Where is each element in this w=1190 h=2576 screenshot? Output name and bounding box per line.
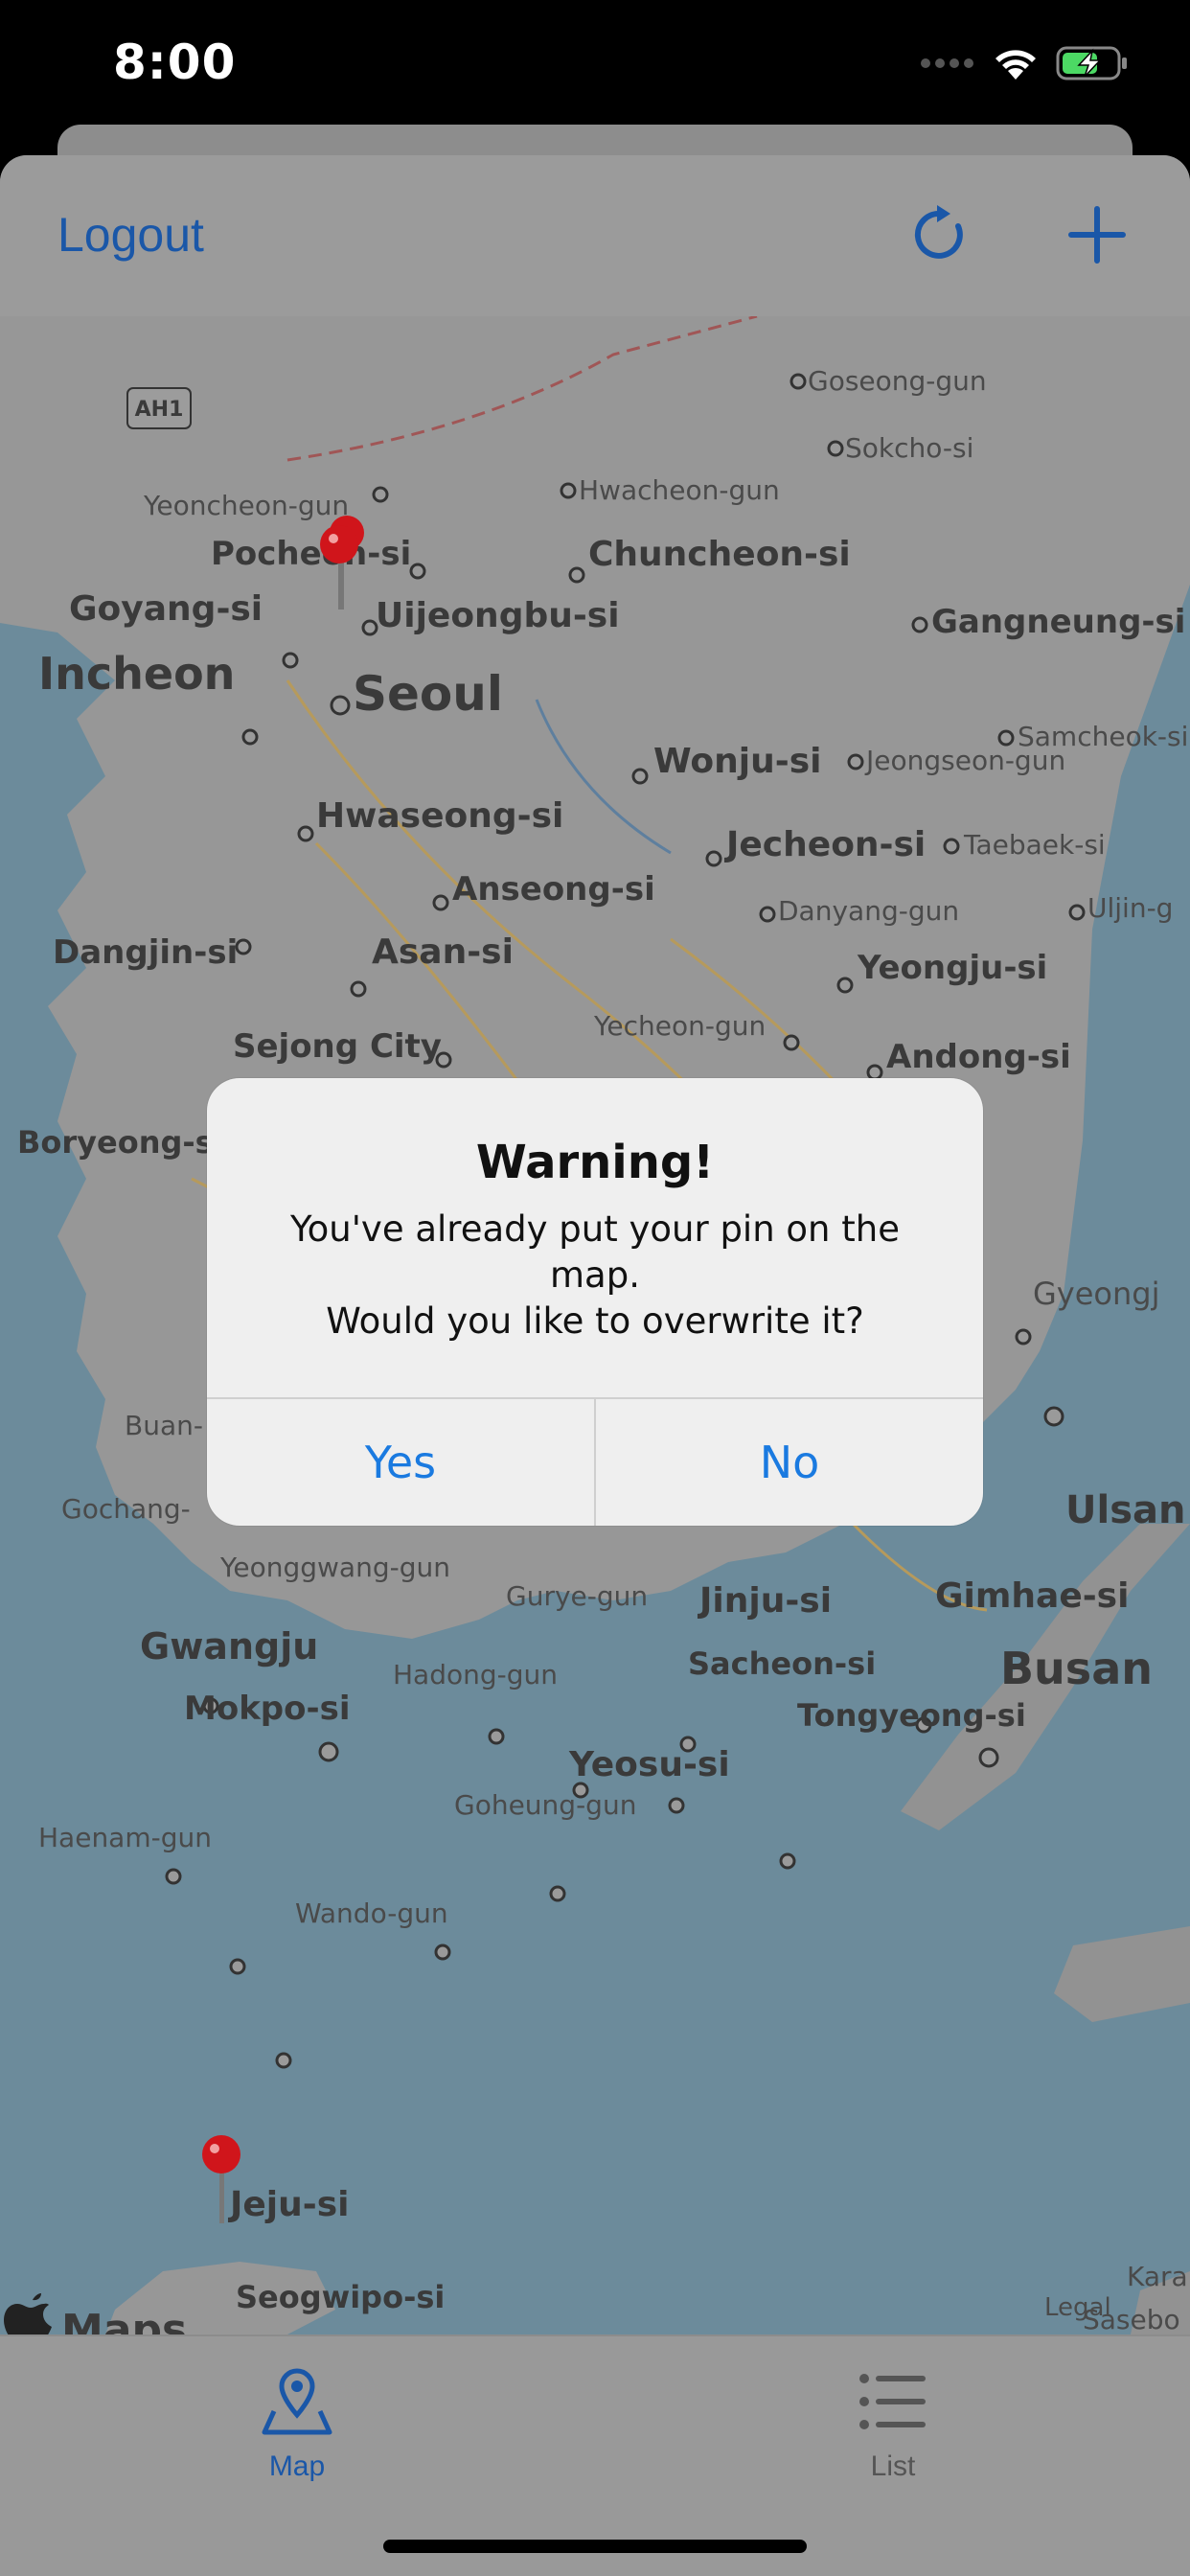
svg-text:Gangneung-si: Gangneung-si	[931, 603, 1185, 641]
add-icon[interactable]	[1064, 201, 1131, 268]
list-icon	[859, 2374, 926, 2429]
svg-text:Wonju-si: Wonju-si	[653, 742, 821, 781]
svg-text:Goseong-gun: Goseong-gun	[808, 365, 987, 397]
svg-text:Seoul: Seoul	[353, 666, 503, 722]
svg-text:Goheung-gun: Goheung-gun	[454, 1789, 636, 1821]
svg-text:Danyang-gun: Danyang-gun	[778, 895, 959, 927]
svg-text:Boryeong-s: Boryeong-s	[17, 1124, 214, 1161]
map-pin-icon	[262, 2368, 332, 2435]
alert-message-line2: Would you like to overwrite it?	[326, 1300, 864, 1342]
refresh-icon[interactable]	[908, 201, 975, 268]
svg-text:Tongyeong-si: Tongyeong-si	[797, 1697, 1026, 1734]
svg-text:Maps: Maps	[61, 2306, 187, 2334]
svg-text:Jeongseon-gun: Jeongseon-gun	[864, 745, 1065, 776]
alert-title: Warning!	[475, 1136, 715, 1189]
svg-text:Hadong-gun: Hadong-gun	[393, 1659, 558, 1690]
svg-text:AH1: AH1	[135, 398, 184, 422]
svg-text:Haenam-gun: Haenam-gun	[38, 1822, 212, 1853]
svg-text:Andong-si: Andong-si	[886, 1038, 1071, 1076]
legal-link[interactable]: Legal	[1044, 2293, 1111, 2322]
logout-button[interactable]: Logout	[57, 207, 204, 263]
svg-text:Ulsan: Ulsan	[1065, 1488, 1185, 1532]
svg-text:Yeongju-si: Yeongju-si	[857, 949, 1047, 987]
svg-text:Goyang-si: Goyang-si	[69, 589, 263, 629]
alert-buttons: Yes No	[207, 1397, 983, 1526]
status-bar: 8:00	[0, 0, 1190, 129]
svg-text:Gyeongj: Gyeongj	[1033, 1276, 1159, 1312]
svg-text:Busan: Busan	[1000, 1643, 1153, 1694]
navigation-bar: Logout	[0, 155, 1190, 318]
highway-shield: AH1	[126, 387, 192, 429]
svg-text:Asan-si: Asan-si	[372, 932, 514, 972]
svg-text:Jeju-si: Jeju-si	[227, 2185, 350, 2224]
svg-text:Hwacheon-gun: Hwacheon-gun	[579, 474, 780, 506]
warning-alert: Warning! You've already put your pin on …	[207, 1078, 983, 1526]
svg-text:Dangjin-si: Dangjin-si	[53, 933, 238, 972]
svg-text:Chuncheon-si: Chuncheon-si	[588, 535, 851, 574]
svg-text:Yeosu-si: Yeosu-si	[568, 1745, 730, 1784]
svg-text:Gurye-gun: Gurye-gun	[506, 1580, 648, 1612]
svg-text:Kara: Kara	[1127, 2261, 1188, 2292]
svg-text:Sacheon-si: Sacheon-si	[688, 1645, 876, 1682]
svg-text:Wando-gun: Wando-gun	[295, 1898, 448, 1929]
tab-list-label: List	[870, 2450, 916, 2482]
alert-message-line1: You've already put your pin on the map.	[289, 1208, 900, 1296]
alert-message: You've already put your pin on the map. …	[264, 1207, 926, 1345]
svg-text:Gwangju: Gwangju	[140, 1625, 318, 1668]
svg-text:Gochang-: Gochang-	[61, 1493, 191, 1525]
tab-map-label: Map	[268, 2450, 326, 2482]
no-button[interactable]: No	[594, 1399, 983, 1526]
svg-text:Yecheon-gun: Yecheon-gun	[593, 1010, 766, 1042]
cellular-signal-icon	[921, 58, 973, 68]
svg-text:Gimhae-si: Gimhae-si	[935, 1576, 1129, 1616]
svg-text:Pocheon-si: Pocheon-si	[211, 535, 411, 573]
svg-text:Jinju-si: Jinju-si	[697, 1581, 832, 1621]
svg-text:Jecheon-si: Jecheon-si	[723, 825, 926, 864]
svg-text:Seogwipo-si: Seogwipo-si	[236, 2279, 445, 2315]
home-indicator[interactable]	[383, 2540, 807, 2553]
svg-text:Mokpo-si: Mokpo-si	[184, 1690, 351, 1728]
svg-text:Incheon: Incheon	[38, 648, 235, 700]
svg-text:Taebaek-si: Taebaek-si	[963, 829, 1106, 861]
status-icons	[920, 42, 1129, 84]
svg-text:Uljin-g: Uljin-g	[1087, 892, 1173, 924]
status-time: 8:00	[113, 34, 237, 90]
svg-text:Anseong-si: Anseong-si	[452, 870, 655, 908]
tab-map[interactable]: Map	[153, 2365, 441, 2483]
battery-charging-icon	[1056, 46, 1127, 80]
svg-text:Sokcho-si: Sokcho-si	[845, 432, 973, 464]
svg-text:Uijeongbu-si: Uijeongbu-si	[376, 596, 620, 635]
wifi-icon	[995, 50, 1036, 80]
svg-text:Buan-: Buan-	[125, 1410, 203, 1441]
tab-list[interactable]: List	[749, 2365, 1037, 2483]
yes-button[interactable]: Yes	[207, 1399, 594, 1526]
svg-text:Hwaseong-si: Hwaseong-si	[316, 796, 563, 836]
svg-text:Sejong City: Sejong City	[233, 1027, 442, 1066]
svg-text:Yeoncheon-gun: Yeoncheon-gun	[143, 490, 349, 521]
svg-text:Yeonggwang-gun: Yeonggwang-gun	[219, 1552, 450, 1583]
